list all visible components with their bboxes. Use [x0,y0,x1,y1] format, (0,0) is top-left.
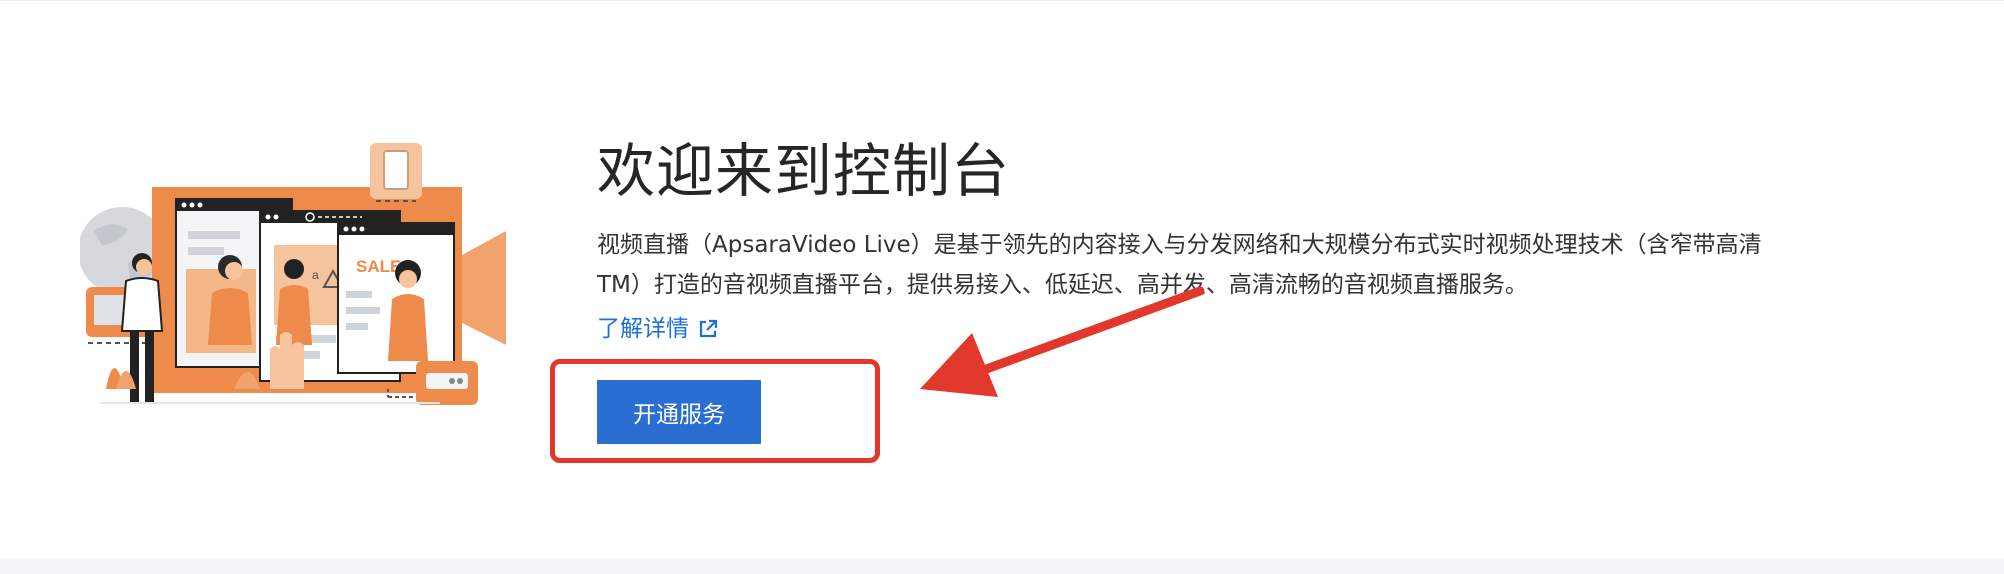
welcome-panel: a SALE 欢迎来到控制台 视频直播（ApsaraVideo Live）是基于… [0,0,2004,559]
arrow-icon [920,286,1205,397]
live-streaming-illustration: a SALE [80,143,506,405]
sale-sign: SALE [356,257,401,276]
external-link-icon [697,318,719,340]
page-title: 欢迎来到控制台 [597,137,1011,205]
learn-more-link[interactable]: 了解详情 [597,309,719,349]
svg-text:a: a [312,268,319,282]
learn-more-label: 了解详情 [597,316,689,342]
activate-service-button[interactable]: 开通服务 [597,380,761,444]
